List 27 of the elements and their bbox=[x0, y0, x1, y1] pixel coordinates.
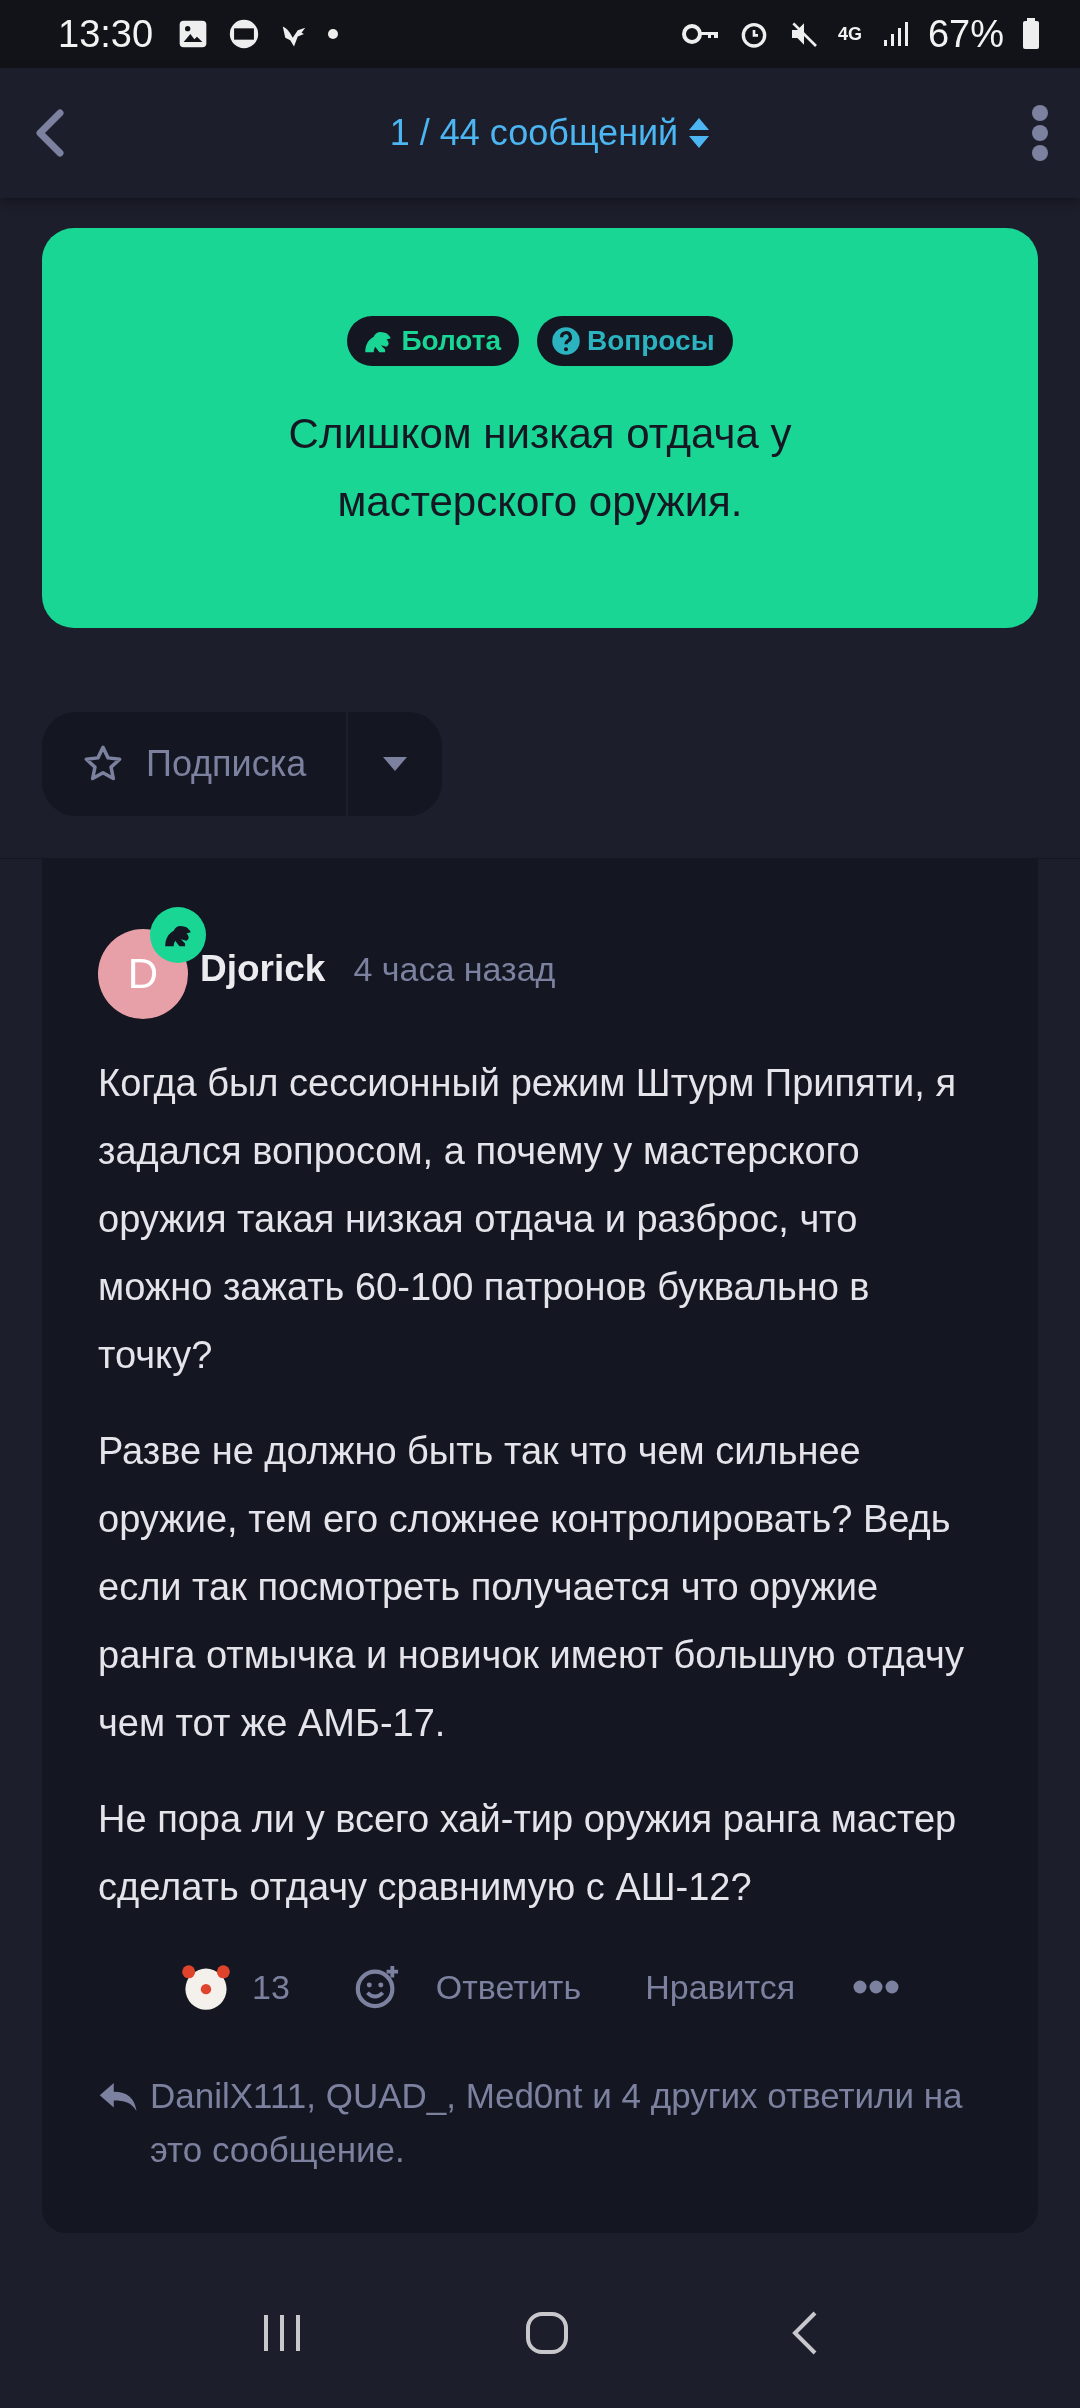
message-counter[interactable]: 1 / 44 сообщений bbox=[389, 112, 679, 154]
sort-icon[interactable] bbox=[688, 117, 711, 149]
like-button[interactable]: Нравится bbox=[645, 1967, 796, 2007]
more-icon[interactable] bbox=[853, 1979, 900, 1995]
post-paragraph: Разве не должно быть так что чем сильнее оружие, тем его сложнее контролировать? Ведь если так посмотреть получается что оружие ранга отмычка и новичок имеют большую отдачу чем тот же АМБ-17. bbox=[98, 1429, 965, 1746]
more-icon[interactable] bbox=[1030, 103, 1050, 163]
reaction-button[interactable]: 13 bbox=[180, 1961, 290, 2013]
post-paragraph: Не пора ли у всего хай-тир оружия ранга мастер сделать отдачу сравнимую с АШ-12? bbox=[98, 1797, 958, 1910]
key-icon bbox=[681, 22, 720, 46]
author-name[interactable]: Djorick bbox=[200, 948, 326, 990]
network-label: 4G bbox=[837, 25, 863, 43]
battery-percent: 67% bbox=[927, 12, 1004, 56]
dot-icon bbox=[327, 28, 340, 40]
status-time: 13:30 bbox=[58, 12, 154, 56]
subscribe-button[interactable]: Подписка bbox=[42, 712, 349, 816]
post-paragraph: Когда был сессионный режим Штурм Припяти, я задался вопросом, а почему у мастерского оружия такая низкая отдача и разброс, что можно зажать 60-100 патронов буквально в точку? bbox=[98, 1061, 958, 1378]
reply-button[interactable]: Ответить bbox=[435, 1967, 582, 2007]
battery-icon bbox=[1022, 18, 1040, 50]
signal-icon bbox=[881, 20, 910, 48]
topic-title: Слишком низкая отдача у мастерского оружия. bbox=[287, 409, 793, 527]
add-reaction-icon[interactable] bbox=[353, 1964, 400, 2010]
home-icon[interactable] bbox=[525, 2311, 569, 2355]
category-tag[interactable]: Вопросы bbox=[537, 316, 733, 366]
post-time: 4 часа назад bbox=[353, 949, 556, 989]
category-tag[interactable]: Болота bbox=[347, 316, 520, 366]
replies-summary[interactable]: DanilX111, QUAD_, Med0nt и 4 других ответили на это сообщение. bbox=[150, 2069, 982, 2177]
caret-icon bbox=[382, 756, 409, 772]
